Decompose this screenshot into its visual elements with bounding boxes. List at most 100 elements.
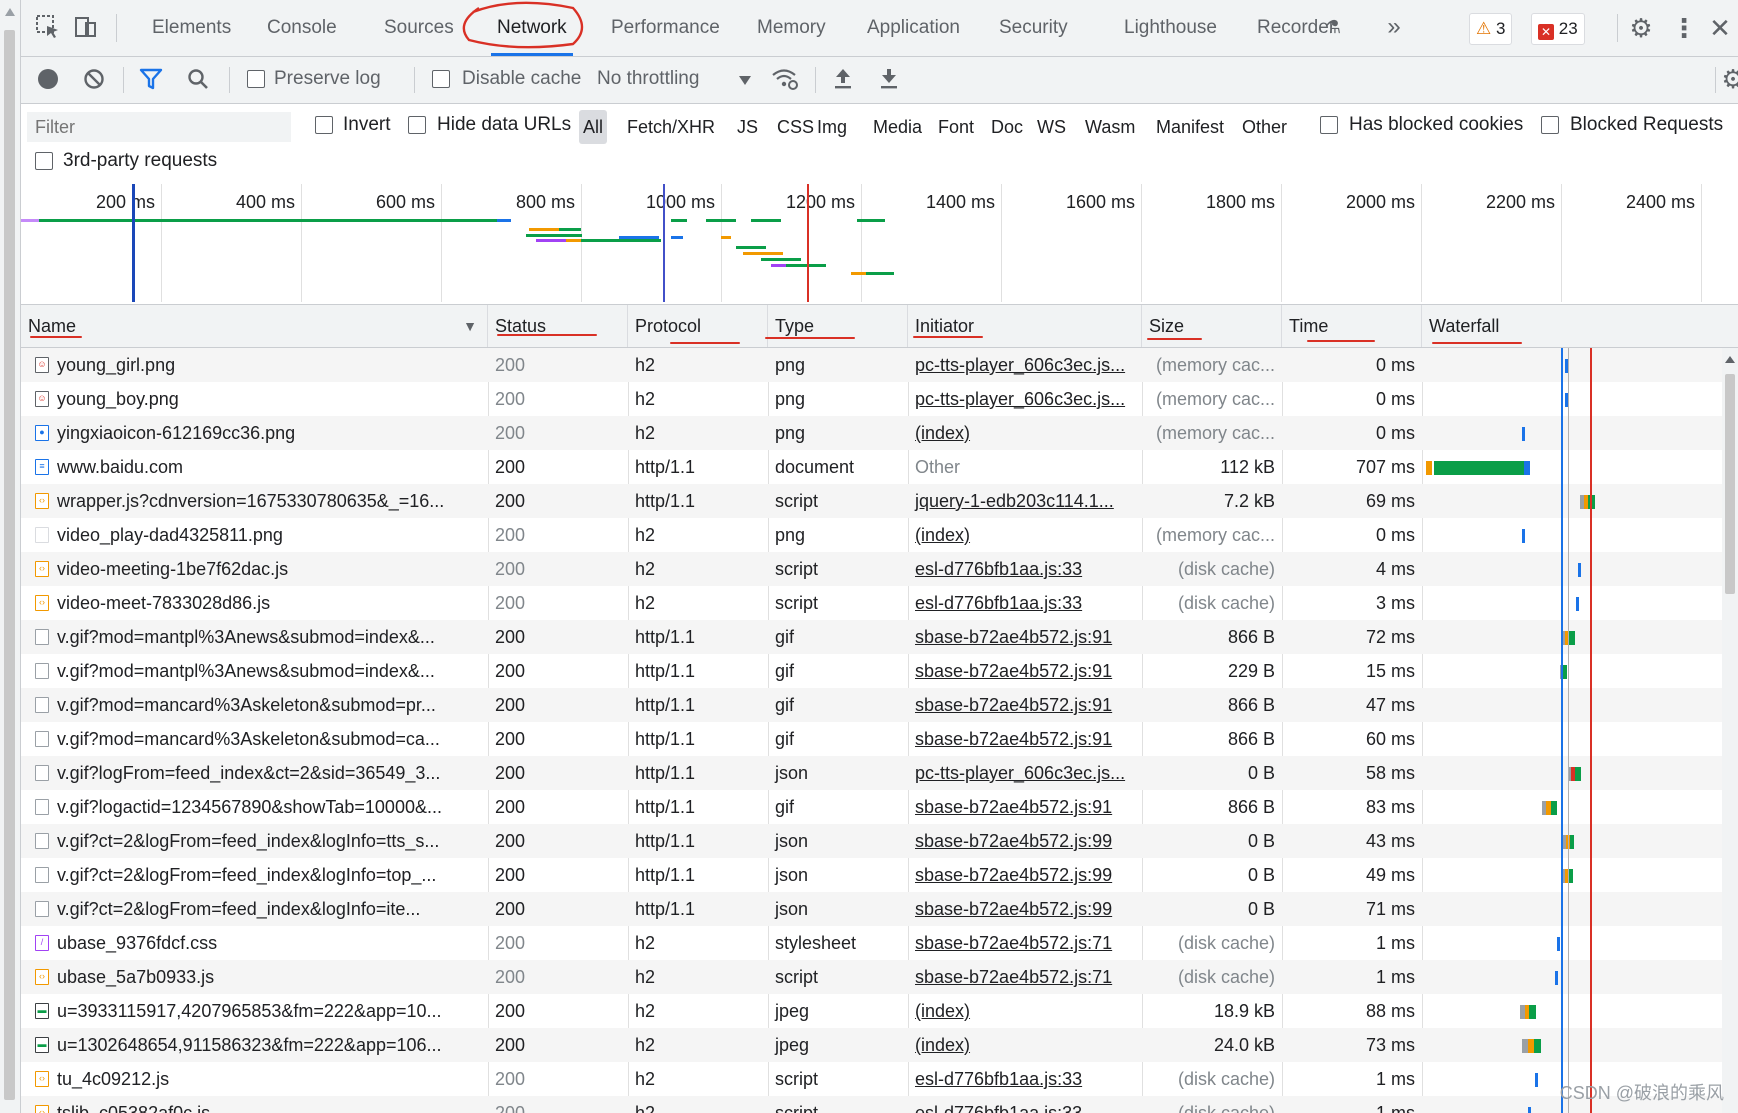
- initiator-link[interactable]: (index): [915, 525, 970, 545]
- filter-type-wasm[interactable]: Wasm: [1081, 110, 1139, 144]
- initiator-link[interactable]: sbase-b72ae4b572.js:91: [915, 797, 1112, 817]
- cell-initiator[interactable]: sbase-b72ae4b572.js:91: [908, 620, 1142, 654]
- throttling-dropdown-icon[interactable]: [739, 76, 751, 85]
- initiator-link[interactable]: pc-tts-player_606c3ec.js...: [915, 389, 1125, 409]
- initiator-link[interactable]: sbase-b72ae4b572.js:99: [915, 899, 1112, 919]
- export-har-icon[interactable]: [879, 66, 899, 90]
- table-row[interactable]: ● yingxiaoicon-612169cc36.png 200 h2 png (ind…: [21, 416, 1722, 450]
- table-row[interactable]: v.gif?mod=mancard%3Askeleton&submod=ca..…: [21, 722, 1722, 756]
- initiator-link[interactable]: pc-tts-player_606c3ec.js...: [915, 763, 1125, 783]
- table-row[interactable]: ▬ u=3933115917,4207965853&fm=222&app=10..…: [21, 994, 1722, 1028]
- request-name[interactable]: ubase_5a7b0933.js: [57, 960, 487, 994]
- request-name[interactable]: v.gif?mod=mantpl%3Anews&submod=index&...: [57, 620, 487, 654]
- table-row[interactable]: ☺ young_girl.png 200 h2 png pc-tts-player_606…: [21, 348, 1722, 382]
- cell-initiator[interactable]: (index): [908, 994, 1142, 1028]
- cell-initiator[interactable]: sbase-b72ae4b572.js:91: [908, 688, 1142, 722]
- table-row[interactable]: v.gif?logactid=1234567890&showTab=10000&…: [21, 790, 1722, 824]
- third-party-checkbox[interactable]: [35, 152, 53, 170]
- close-devtools-icon[interactable]: ✕: [1707, 14, 1733, 42]
- table-row[interactable]: ▬ u=1302648654,911586323&fm=222&app=106..…: [21, 1028, 1722, 1062]
- clear-icon[interactable]: [83, 68, 105, 90]
- cell-initiator[interactable]: sbase-b72ae4b572.js:91: [908, 722, 1142, 756]
- has-blocked-cookies-checkbox[interactable]: [1320, 116, 1338, 134]
- filter-type-all[interactable]: All: [579, 110, 608, 144]
- initiator-link[interactable]: jquery-1-edb203c114.1...: [915, 491, 1114, 511]
- cell-initiator[interactable]: sbase-b72ae4b572.js:91: [908, 790, 1142, 824]
- tab-console[interactable]: Console: [261, 0, 343, 56]
- initiator-link[interactable]: sbase-b72ae4b572.js:91: [915, 627, 1112, 647]
- tab-memory[interactable]: Memory: [751, 0, 832, 56]
- filter-type-media[interactable]: Media: [869, 110, 926, 144]
- cell-initiator[interactable]: (index): [908, 1028, 1142, 1062]
- table-row[interactable]: v.gif?mod=mantpl%3Anews&submod=index&...…: [21, 654, 1722, 688]
- initiator-link[interactable]: sbase-b72ae4b572.js:71: [915, 933, 1112, 953]
- filter-type-font[interactable]: Font: [934, 110, 978, 144]
- request-name[interactable]: v.gif?ct=2&logFrom=feed_index&logInfo=it…: [57, 892, 487, 926]
- request-name[interactable]: v.gif?ct=2&logFrom=feed_index&logInfo=to…: [57, 858, 487, 892]
- scrollbar-thumb[interactable]: [4, 30, 15, 1100]
- search-icon[interactable]: [187, 68, 209, 90]
- initiator-link[interactable]: (index): [915, 1035, 970, 1055]
- request-name[interactable]: wrapper.js?cdnversion=1675330780635&_=16…: [57, 484, 487, 518]
- more-options-icon[interactable]: ⋮: [1671, 14, 1697, 42]
- request-name[interactable]: v.gif?mod=mancard%3Askeleton&submod=ca..…: [57, 722, 487, 756]
- table-row[interactable]: v.gif?logFrom=feed_index&ct=2&sid=36549_…: [21, 756, 1722, 790]
- cell-initiator[interactable]: sbase-b72ae4b572.js:99: [908, 858, 1142, 892]
- request-name[interactable]: tu_4c09212.js: [57, 1062, 487, 1096]
- cell-initiator[interactable]: jquery-1-edb203c114.1...: [908, 484, 1142, 518]
- column-header-size[interactable]: Size: [1142, 305, 1282, 347]
- initiator-link[interactable]: (index): [915, 1001, 970, 1021]
- tab-security[interactable]: Security: [993, 0, 1074, 56]
- request-name[interactable]: v.gif?mod=mantpl%3Anews&submod=index&...: [57, 654, 487, 688]
- table-row[interactable]: v.gif?ct=2&logFrom=feed_index&logInfo=to…: [21, 858, 1722, 892]
- warnings-badge[interactable]: ⚠ 3: [1469, 13, 1513, 45]
- cell-initiator[interactable]: sbase-b72ae4b572.js:91: [908, 654, 1142, 688]
- filter-input[interactable]: [27, 112, 291, 142]
- request-name[interactable]: v.gif?ct=2&logFrom=feed_index&logInfo=tt…: [57, 824, 487, 858]
- table-vertical-scrollbar[interactable]: [1722, 348, 1738, 1113]
- hide-data-urls-checkbox[interactable]: [408, 116, 426, 134]
- import-har-icon[interactable]: [833, 66, 853, 90]
- table-row[interactable]: ‹› ubase_5a7b0933.js 200 h2 script sbase-b72a…: [21, 960, 1722, 994]
- cell-initiator[interactable]: pc-tts-player_606c3ec.js...: [908, 756, 1142, 790]
- request-name[interactable]: www.baidu.com: [57, 450, 487, 484]
- cell-initiator[interactable]: esl-d776bfb1aa.js:33: [908, 1096, 1142, 1113]
- tab-lighthouse[interactable]: Lighthouse: [1118, 0, 1223, 56]
- cell-initiator[interactable]: pc-tts-player_606c3ec.js...: [908, 382, 1142, 416]
- table-row[interactable]: ‹› video-meet-7833028d86.js 200 h2 script esl…: [21, 586, 1722, 620]
- initiator-link[interactable]: sbase-b72ae4b572.js:91: [915, 661, 1112, 681]
- filter-type-doc[interactable]: Doc: [987, 110, 1027, 144]
- cell-initiator[interactable]: sbase-b72ae4b572.js:99: [908, 824, 1142, 858]
- scroll-up-arrow-icon[interactable]: [1725, 356, 1735, 363]
- table-row[interactable]: video_play-dad4325811.png 200 h2 png (index)…: [21, 518, 1722, 552]
- cell-initiator[interactable]: sbase-b72ae4b572.js:71: [908, 926, 1142, 960]
- cell-initiator[interactable]: pc-tts-player_606c3ec.js...: [908, 348, 1142, 382]
- request-name[interactable]: v.gif?logFrom=feed_index&ct=2&sid=36549_…: [57, 756, 487, 790]
- table-row[interactable]: ‹› tu_4c09212.js 200 h2 script esl-d776bfb1aa…: [21, 1062, 1722, 1096]
- table-row[interactable]: ☺ young_boy.png 200 h2 png pc-tts-player_606c…: [21, 382, 1722, 416]
- tab-performance[interactable]: Performance: [605, 0, 726, 56]
- request-name[interactable]: u=1302648654,911586323&fm=222&app=106...: [57, 1028, 487, 1062]
- column-header-type[interactable]: Type: [768, 305, 908, 347]
- initiator-link[interactable]: (index): [915, 423, 970, 443]
- cell-initiator[interactable]: esl-d776bfb1aa.js:33: [908, 552, 1142, 586]
- filter-funnel-icon[interactable]: [139, 68, 163, 90]
- initiator-link[interactable]: esl-d776bfb1aa.js:33: [915, 1069, 1082, 1089]
- filter-type-manifest[interactable]: Manifest: [1152, 110, 1228, 144]
- cell-initiator[interactable]: sbase-b72ae4b572.js:71: [908, 960, 1142, 994]
- disable-cache-checkbox[interactable]: [432, 70, 450, 88]
- tab-sources[interactable]: Sources: [378, 0, 460, 56]
- table-row[interactable]: v.gif?mod=mantpl%3Anews&submod=index&...…: [21, 620, 1722, 654]
- throttling-select[interactable]: No throttling: [597, 68, 699, 90]
- scrollbar-thumb[interactable]: [1725, 374, 1735, 594]
- request-name[interactable]: video-meeting-1be7f62dac.js: [57, 552, 487, 586]
- inspect-element-icon[interactable]: [35, 14, 61, 40]
- cell-initiator[interactable]: (index): [908, 518, 1142, 552]
- scroll-up-arrow-icon[interactable]: [5, 8, 15, 16]
- record-icon[interactable]: [38, 69, 58, 89]
- request-name[interactable]: v.gif?mod=mancard%3Askeleton&submod=pr..…: [57, 688, 487, 722]
- table-row[interactable]: ≡ www.baidu.com 200 http/1.1 document Other 11…: [21, 450, 1722, 484]
- settings-gear-icon[interactable]: ⚙: [1627, 14, 1655, 42]
- filter-type-js[interactable]: JS: [733, 110, 762, 144]
- cell-initiator[interactable]: esl-d776bfb1aa.js:33: [908, 586, 1142, 620]
